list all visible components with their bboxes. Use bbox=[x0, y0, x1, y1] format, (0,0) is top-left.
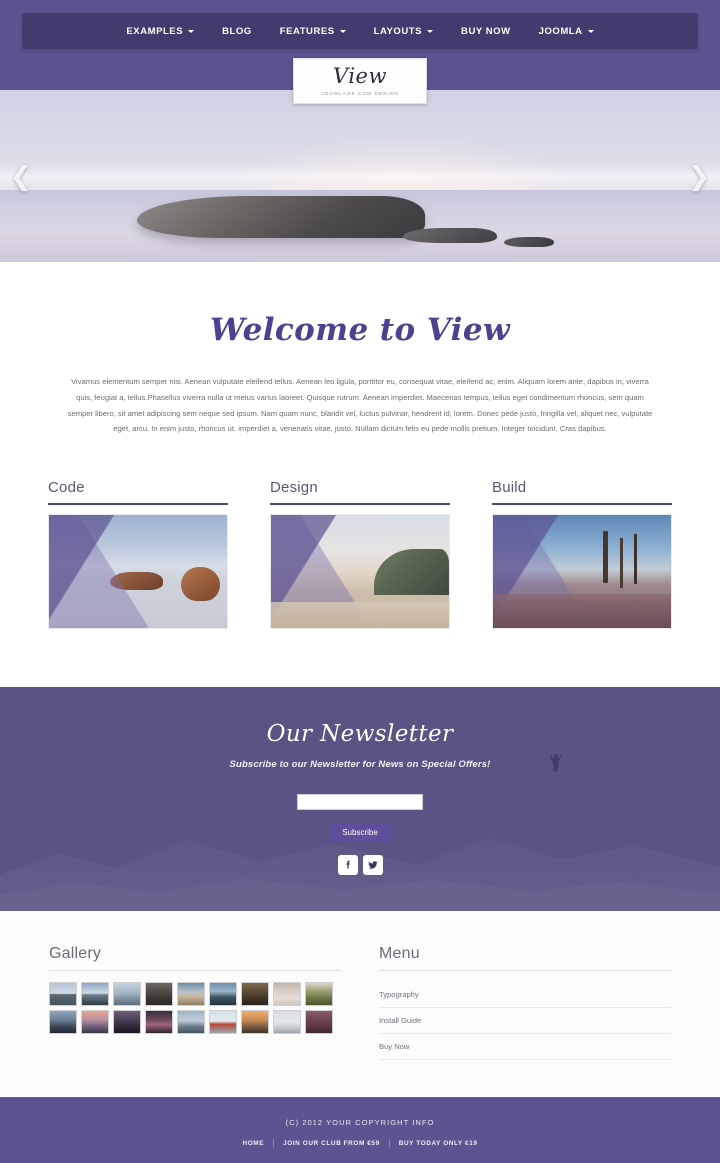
nav-label: JOOMLA bbox=[538, 25, 583, 37]
welcome-body-text: Vivamus elementum semper nisi. Aenean vu… bbox=[67, 377, 653, 434]
chevron-down-icon bbox=[427, 29, 434, 33]
gallery-thumbnail[interactable] bbox=[145, 1010, 173, 1035]
subscribe-button[interactable]: Subscribe bbox=[329, 823, 391, 843]
hero-rock-main bbox=[136, 195, 425, 238]
footer-link[interactable]: BUY TODAY ONLY €19 bbox=[390, 1140, 487, 1147]
gallery-heading: Gallery bbox=[49, 945, 341, 972]
chevron-down-icon bbox=[587, 29, 594, 33]
logo-wordmark: View bbox=[333, 64, 387, 88]
feature-card-build[interactable]: Build bbox=[492, 479, 672, 630]
slider-prev-icon[interactable]: ❮ bbox=[10, 163, 32, 189]
gallery-thumbnail[interactable] bbox=[177, 1010, 205, 1035]
gallery-widget: Gallery bbox=[49, 945, 341, 1097]
twitter-icon[interactable] bbox=[362, 855, 383, 876]
menu-heading: Menu bbox=[379, 945, 671, 972]
bottom-widgets: Gallery Menu Typography Install Guide Buy … bbox=[0, 911, 720, 1098]
footer-link[interactable]: HOME bbox=[234, 1140, 274, 1147]
footer-menu-list: Typography Install Guide Buy Now bbox=[379, 982, 671, 1061]
menu-list-item[interactable]: Buy Now bbox=[379, 1034, 671, 1061]
newsletter-subtitle: Subscribe to our Newsletter for News on … bbox=[229, 759, 491, 771]
newsletter-content: Our Newsletter Subscribe to our Newslett… bbox=[0, 687, 720, 876]
feature-title: Design bbox=[270, 479, 450, 506]
feature-card-code[interactable]: Code bbox=[48, 479, 228, 630]
newsletter-section: Our Newsletter Subscribe to our Newslett… bbox=[0, 687, 720, 912]
gallery-thumbnail[interactable] bbox=[209, 982, 237, 1007]
feature-title: Code bbox=[48, 479, 228, 506]
feature-hover-overlay bbox=[493, 515, 671, 629]
menu-list-item[interactable]: Typography bbox=[379, 982, 671, 1009]
nav-label: FEATURES bbox=[279, 25, 335, 37]
chevron-down-icon bbox=[188, 29, 195, 33]
nav-item-buy-now[interactable]: BUY NOW bbox=[447, 26, 525, 37]
hero-rock-small bbox=[504, 236, 555, 247]
gallery-thumbnail[interactable] bbox=[177, 982, 205, 1007]
gallery-thumbnail[interactable] bbox=[241, 982, 269, 1007]
feature-title: Build bbox=[492, 479, 672, 506]
nav-item-blog[interactable]: BLOG bbox=[208, 26, 266, 37]
nav-item-joomla[interactable]: JOOMLA bbox=[525, 26, 608, 37]
nav-item-features[interactable]: FEATURES bbox=[266, 26, 360, 37]
nav-list: EXAMPLES BLOG FEATURES LAYOUTS BUY NOW J… bbox=[112, 26, 607, 37]
gallery-thumbnail[interactable] bbox=[49, 1010, 77, 1035]
slider-next-icon[interactable]: ❯ bbox=[688, 163, 710, 189]
nav-label: BUY NOW bbox=[461, 25, 511, 37]
nav-item-examples[interactable]: EXAMPLES bbox=[112, 26, 208, 37]
feature-image-build[interactable] bbox=[492, 514, 672, 630]
copyright-text: (C) 2012 YOUR COPYRIGHT INFO bbox=[285, 1118, 435, 1128]
gallery-thumbnail[interactable] bbox=[209, 1010, 237, 1035]
chevron-down-icon bbox=[339, 29, 346, 33]
gallery-thumbnail[interactable] bbox=[273, 1010, 301, 1035]
nav-label: BLOG bbox=[222, 25, 252, 37]
newsletter-email-input[interactable] bbox=[297, 794, 423, 811]
nav-item-layouts[interactable]: LAYOUTS bbox=[360, 26, 447, 37]
newsletter-title: Our Newsletter bbox=[266, 721, 454, 748]
gallery-thumbnail[interactable] bbox=[81, 1010, 109, 1035]
site-logo[interactable]: View JOOMLAGE.COM DESIGN bbox=[293, 58, 427, 104]
gallery-thumbnail[interactable] bbox=[273, 982, 301, 1007]
feature-card-design[interactable]: Design bbox=[270, 479, 450, 630]
gallery-thumbnail[interactable] bbox=[81, 982, 109, 1007]
nav-label: LAYOUTS bbox=[373, 25, 423, 37]
gallery-thumbnail[interactable] bbox=[113, 982, 141, 1007]
features-section: Code Design Build bbox=[0, 437, 720, 688]
hero-rock-secondary bbox=[403, 228, 497, 244]
footer-link[interactable]: JOIN OUR CLUB FROM €59 bbox=[274, 1140, 389, 1147]
feature-hover-overlay bbox=[49, 515, 227, 629]
facebook-icon[interactable] bbox=[337, 855, 358, 876]
page-title: Welcome to View bbox=[209, 312, 511, 348]
gallery-thumbnail[interactable] bbox=[49, 982, 77, 1007]
site-footer: (C) 2012 YOUR COPYRIGHT INFO HOME JOIN OU… bbox=[0, 1097, 720, 1163]
main-navbar: EXAMPLES BLOG FEATURES LAYOUTS BUY NOW J… bbox=[22, 13, 698, 49]
nav-label: EXAMPLES bbox=[126, 25, 184, 37]
gallery-thumbnail[interactable] bbox=[305, 982, 333, 1007]
menu-widget: Menu Typography Install Guide Buy Now bbox=[379, 945, 671, 1097]
feature-hover-overlay bbox=[271, 515, 449, 629]
gallery-thumbnail[interactable] bbox=[241, 1010, 269, 1035]
gallery-thumbnail[interactable] bbox=[145, 982, 173, 1007]
logo-tagline: JOOMLAGE.COM DESIGN bbox=[321, 91, 399, 96]
footer-links: HOME JOIN OUR CLUB FROM €59 BUY TODAY ONLY… bbox=[0, 1139, 720, 1149]
feature-image-code[interactable] bbox=[48, 514, 228, 630]
feature-image-design[interactable] bbox=[270, 514, 450, 630]
gallery-thumbnail[interactable] bbox=[113, 1010, 141, 1035]
hero-slider: ❮ ❯ bbox=[0, 90, 720, 262]
gallery-thumbnail-grid bbox=[49, 982, 341, 1035]
gallery-thumbnail[interactable] bbox=[305, 1010, 333, 1035]
welcome-section: Welcome to View Vivamus elementum semper… bbox=[0, 262, 720, 438]
hero-horizon-haze bbox=[0, 165, 720, 188]
menu-list-item[interactable]: Install Guide bbox=[379, 1008, 671, 1035]
social-links bbox=[0, 855, 720, 876]
